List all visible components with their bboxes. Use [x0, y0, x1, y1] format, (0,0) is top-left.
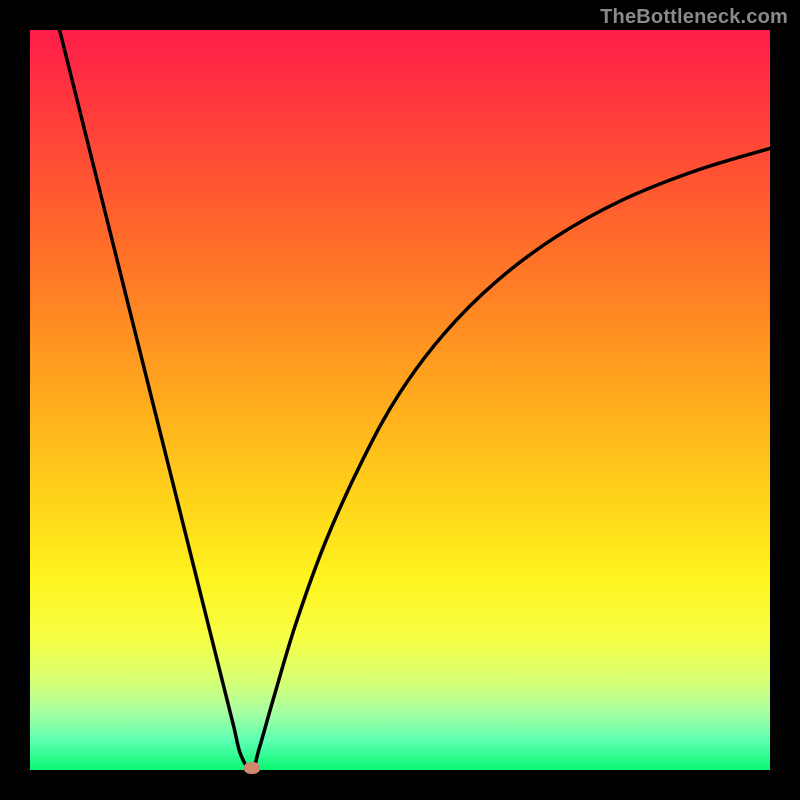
optimum-marker	[244, 762, 260, 774]
plot-area	[30, 30, 770, 770]
bottleneck-curve	[30, 30, 770, 770]
chart-container: TheBottleneck.com	[0, 0, 800, 800]
watermark-text: TheBottleneck.com	[600, 6, 788, 29]
